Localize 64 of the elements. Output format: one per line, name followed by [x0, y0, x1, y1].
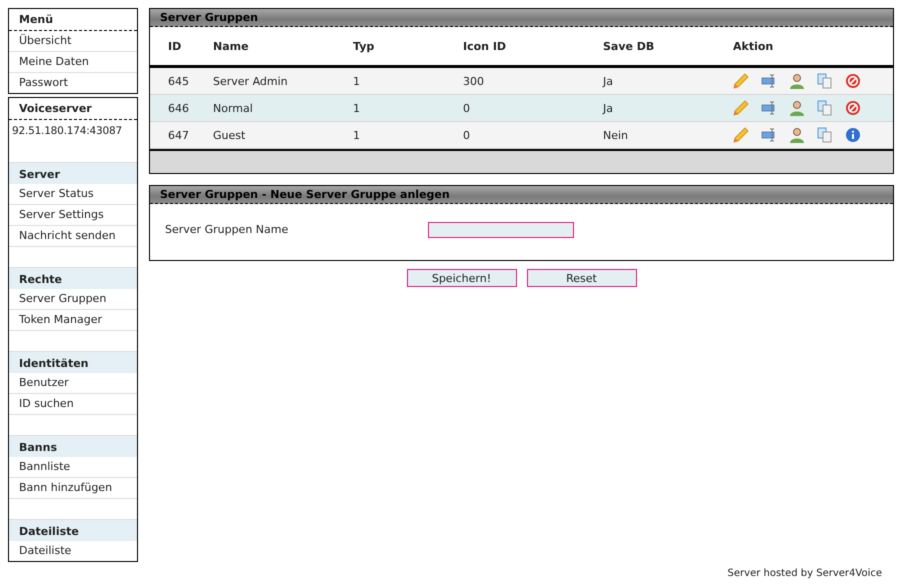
sidebar-item[interactable]: Server Status [9, 184, 137, 205]
section-header: Identitäten [9, 352, 137, 373]
copy-icon[interactable] [817, 73, 833, 89]
table-cell-text: 0 [463, 128, 471, 142]
table-cell-text: 1 [353, 128, 361, 142]
table-cell-text: 647 [167, 128, 190, 142]
table-cell-text: Server Admin [213, 74, 289, 88]
table-cell-text: Guest [213, 128, 246, 142]
input-field[interactable] [428, 222, 574, 238]
form-button[interactable]: Reset [526, 269, 636, 287]
forbidden-icon[interactable] [845, 100, 861, 116]
form-button[interactable]: Speichern! [406, 269, 516, 287]
sidebar-item[interactable]: ID suchen [9, 394, 137, 415]
table-cell-text: Nein [603, 128, 630, 142]
move-icon[interactable] [761, 127, 777, 143]
table-cell-text: 645 [167, 74, 190, 88]
sidebar-item[interactable]: Token Manager [9, 310, 137, 331]
table-cell-text: 1 [353, 102, 361, 114]
section-header: Banns [9, 436, 137, 457]
menu-item[interactable]: Passwort [9, 73, 137, 93]
sidebar-item[interactable]: Bann hinzufügen [9, 478, 137, 499]
move-icon[interactable] [761, 100, 777, 116]
table-cell-text: 646 [167, 102, 190, 114]
table-cell-text: Ja [603, 74, 614, 88]
sidebar-item[interactable]: Bannliste [9, 457, 137, 478]
move-icon[interactable] [761, 73, 777, 89]
panel-title: Server Gruppen - Neue Server Gruppe anlegen [150, 186, 893, 204]
pencil-icon[interactable] [733, 127, 749, 143]
info-icon[interactable] [845, 127, 861, 143]
menu-item[interactable]: Meine Daten [9, 52, 137, 73]
copy-icon[interactable] [817, 127, 833, 143]
sidebar-item[interactable]: Server Settings [9, 205, 137, 226]
field-label: Server Gruppen Name [165, 223, 290, 237]
table-cell-text: Ja [603, 102, 614, 114]
sidebar-item[interactable]: Dateiliste [9, 541, 137, 561]
menu-title: Menü [9, 9, 137, 31]
pencil-icon[interactable] [733, 73, 749, 89]
column-header: Icon ID [463, 40, 508, 52]
footer-text: Server hosted by Server4Voice [726, 568, 883, 581]
column-header: Name [213, 40, 250, 52]
column-header: ID [167, 40, 182, 52]
menu-item[interactable]: Übersicht [9, 31, 137, 52]
sidebar-item[interactable]: Nachricht senden [9, 226, 137, 247]
column-header: Aktion [733, 40, 774, 52]
section-header: Dateiliste [9, 520, 137, 541]
user-icon[interactable] [789, 127, 805, 143]
panel-title: Server Gruppen [150, 9, 893, 27]
voiceserver-title: Voiceserver [9, 98, 137, 120]
sidebar-item[interactable]: Server Gruppen [9, 289, 137, 310]
table-cell-text: 1 [353, 74, 361, 88]
forbidden-icon[interactable] [845, 73, 861, 89]
section-header: Server [9, 163, 137, 184]
sidebar-item[interactable]: Benutzer [9, 373, 137, 394]
pencil-icon[interactable] [733, 100, 749, 116]
column-header: Save DB [603, 40, 656, 52]
copy-icon[interactable] [817, 100, 833, 116]
user-icon[interactable] [789, 100, 805, 116]
server-address: 92.51.180.174:43087 [11, 124, 123, 139]
user-icon[interactable] [789, 73, 805, 89]
table-cell-text: Normal [213, 102, 254, 114]
table-cell-text: 300 [463, 74, 485, 88]
table-cell-text: 0 [463, 102, 471, 114]
section-header: Rechte [9, 268, 137, 289]
column-header: Typ [353, 40, 376, 52]
